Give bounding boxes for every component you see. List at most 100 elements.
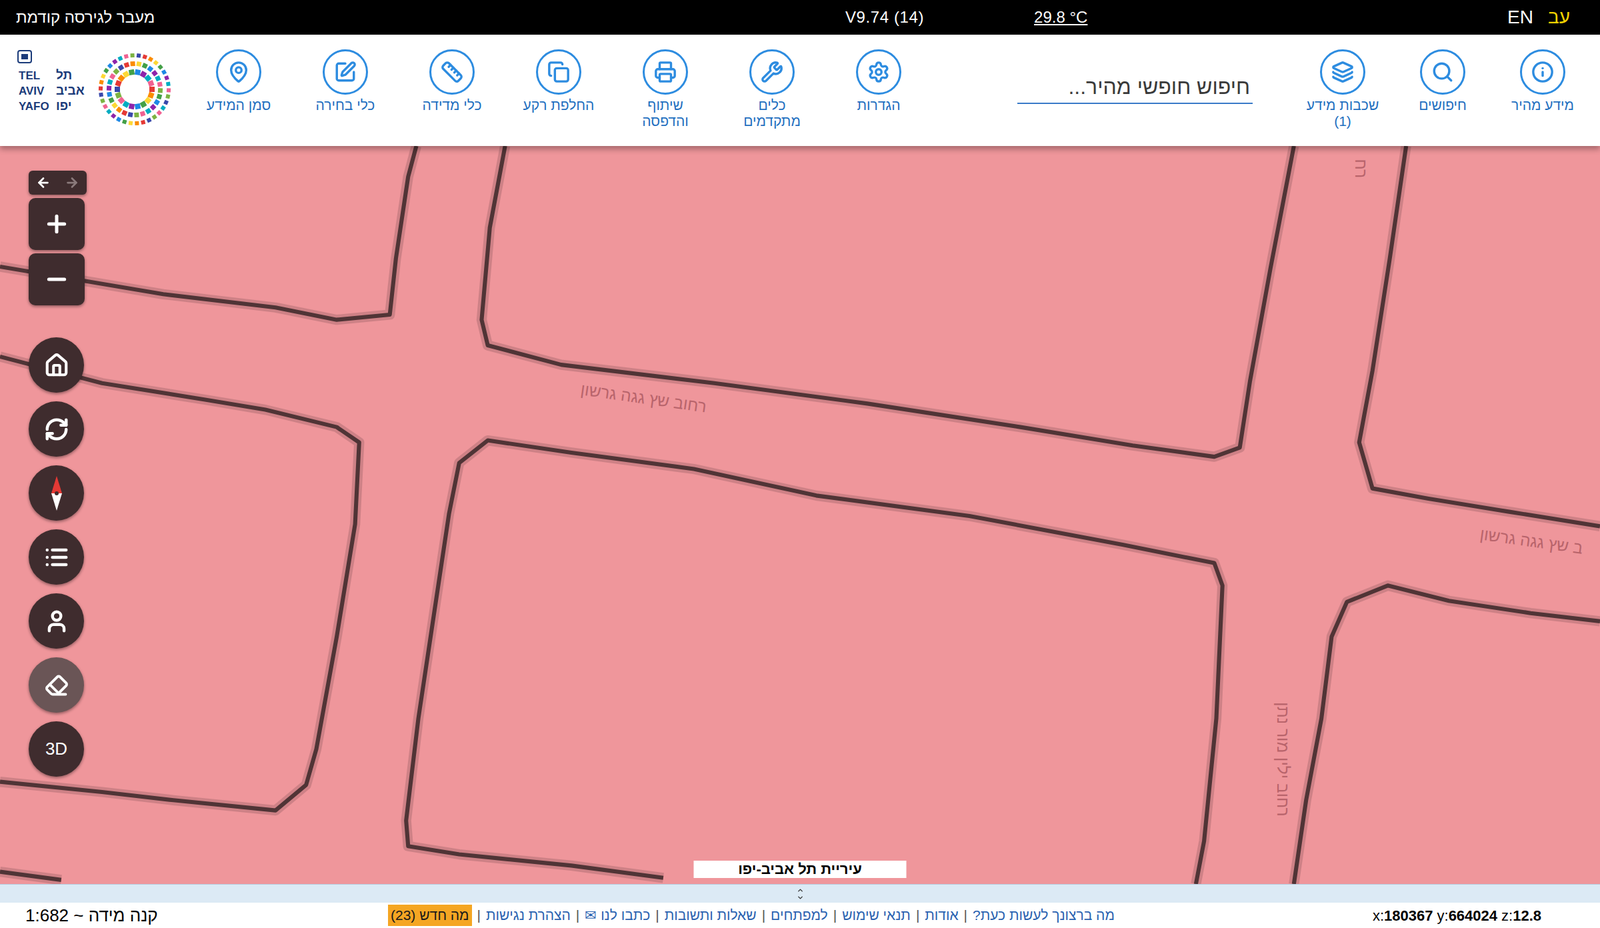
info-marker-label: סמן המידע [206,97,271,114]
info-marker-icon [216,49,262,95]
settings-label: הגדרות [856,97,900,114]
list-icon [44,544,70,570]
eraser-icon [44,673,69,698]
block-outline [406,440,1222,884]
previous-version-link[interactable]: מעבר לגירסה קודמת [16,8,155,26]
measure-tool-button[interactable]: כלי מדידה [422,34,482,130]
link-separator: | [762,904,766,926]
search-input[interactable] [1017,70,1253,104]
arrow-left-icon [36,175,51,190]
map[interactable]: רחוב שץ גגה גרשוןרחוב ילין מור נתןב שץ ג… [0,146,1600,884]
quick-info-icon [1520,49,1566,95]
logo-sunburst-icon [88,48,182,131]
select-tool-icon [322,49,368,95]
info-layers-icon [1320,49,1366,95]
zoom-in-button[interactable] [28,198,85,250]
footer-links: מה ברצונך לעשות כעת?|אודות|תנאי שימוש|למ… [388,904,1115,926]
coordinate: z:12.8 [1501,904,1542,927]
footer-link[interactable]: תנאי שימוש [842,904,911,926]
view-3d-label: 3D [45,736,68,762]
switch-background-icon [536,49,582,95]
link-separator: | [833,904,837,926]
chevron-up-icon [796,886,804,894]
arrow-right-icon [64,175,80,190]
home-icon [44,352,70,378]
street-view-button[interactable] [28,593,84,649]
block-outline [0,356,360,811]
right-items: מידע מהיר חיפושים שכבות מידע(1) [1292,34,1593,130]
tools-group: הגדרות כליםמתקדמים שיתוףוהדפסה החלפת רקע כלי… [185,34,932,130]
zoom-out-button[interactable] [28,253,85,306]
block-outline [1359,146,1600,526]
quick-info-button[interactable]: מידע מהיר [1511,34,1574,130]
footer-link[interactable]: מה ברצונך לעשות כעת? [972,904,1115,926]
link-separator: | [655,904,659,926]
street-label: ב שץ גגה גרשון [1478,524,1584,557]
person-icon [44,608,70,634]
history-nav [28,170,87,195]
footer-link[interactable]: כתבו לנו ✉ [584,904,650,926]
logo-text-row: AVIVאביב [18,83,85,99]
compass-button[interactable] [28,465,84,521]
footer-link[interactable]: למפתחים [770,904,828,926]
settings-icon [856,49,902,95]
home-button[interactable] [28,337,84,393]
settings-button[interactable]: הגדרות [856,34,902,130]
block-outline [1294,585,1600,884]
street-label: רח [1352,158,1370,178]
compass-icon [43,474,70,512]
link-separator: | [964,904,968,926]
refresh-button[interactable] [28,401,84,457]
panel-splitter[interactable] [0,884,1600,903]
temperature-link[interactable]: 29.8 °C [1034,5,1088,30]
searches-icon [1420,49,1466,95]
advanced-tools-label: כליםמתקדמים [743,97,801,130]
footer-link[interactable]: מה חדש (23) [388,904,472,926]
scale-label: קנה מידה ~ 1:682 [25,905,158,926]
searches-button[interactable]: חיפושים [1418,34,1467,130]
search-box [1017,70,1253,104]
switch-background-button[interactable]: החלפת רקע [523,34,595,130]
share-print-button[interactable]: שיתוףוהדפסה [642,34,688,130]
map-controls: 3D [28,170,87,777]
language-option[interactable]: עב [1548,3,1570,32]
plus-icon [43,210,70,238]
info-layers-label: שכבות מידע(1) [1306,97,1379,130]
share-print-icon [642,49,688,95]
logo-text-row: TELתל [18,68,85,84]
map-attribution: עיריית תל אביב-יפו [694,860,907,878]
coordinate: x:180367 [1372,904,1434,927]
link-separator: | [916,904,920,926]
block-outline [0,872,62,880]
info-layers-button[interactable]: שכבות מידע(1) [1306,34,1379,130]
view-3d-button[interactable]: 3D [28,721,84,777]
link-separator: | [477,904,481,926]
minus-icon [43,266,70,293]
block-outline [481,146,1294,457]
advanced-tools-button[interactable]: כליםמתקדמים [743,34,801,130]
share-print-label: שיתוףוהדפסה [642,97,688,130]
forward-button[interactable] [58,170,88,195]
eraser-button[interactable] [28,657,84,713]
footer-link[interactable]: הצהרת נגישות [486,904,571,926]
top-bar: מעבר לגירסה קודמתV9.74 (14)29.8 °CENעב [0,0,1600,35]
legend-button[interactable] [28,529,84,585]
footer: קנה מידה ~ 1:682מה ברצונך לעשות כעת?|אוד… [0,902,1600,928]
coordinate: y:664024 [1437,904,1498,927]
refresh-icon [44,416,70,442]
info-marker-button[interactable]: סמן המידע [206,34,271,130]
footer-link[interactable]: שאלות ותשובות [664,904,757,926]
select-tool-button[interactable]: כלי בחירה [316,34,376,130]
logo[interactable]: TELתלAVIVאביבYAFOיפו [14,48,182,142]
link-separator: | [576,904,580,926]
emblem-icon [16,48,34,66]
coordinates: x:180367y:664024z:12.8 [1372,904,1600,927]
language-option[interactable]: EN [1507,3,1534,32]
layer-count: (1) [1334,113,1352,130]
street-label: רחוב שץ גגה גרשון [579,380,708,416]
switch-background-label: החלפת רקע [523,97,595,114]
back-button[interactable] [28,170,58,195]
advanced-tools-icon [749,49,795,95]
block-outline [0,146,416,320]
footer-link[interactable]: אודות [924,904,958,926]
